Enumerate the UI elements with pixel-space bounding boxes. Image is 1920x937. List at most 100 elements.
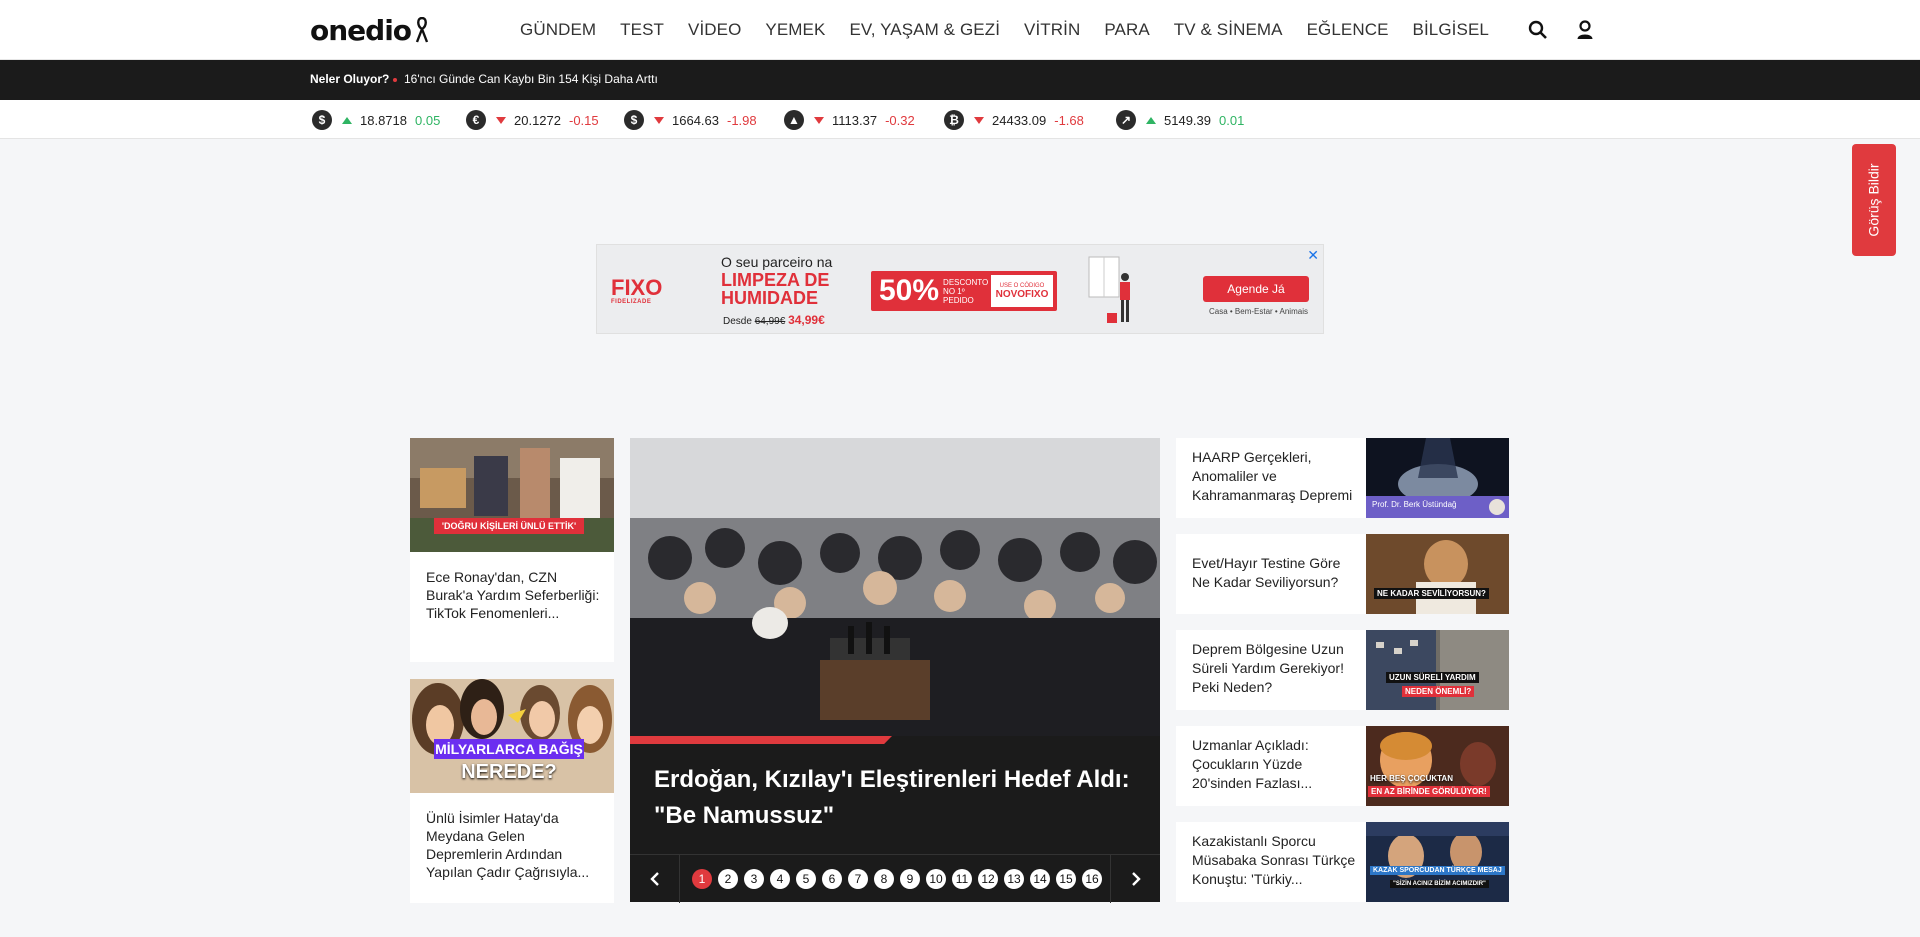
main-nav: GÜNDEM TEST VİDEO YEMEK EV, YAŞAM & GEZİ…: [520, 0, 1513, 60]
euro-icon: €: [466, 110, 486, 130]
nav-tv-sinema[interactable]: TV & SİNEMA: [1174, 20, 1283, 40]
logo-text: onedio: [310, 13, 412, 47]
thumbnail-badge: KAZAK SPORCUDAN TÜRKÇE MESAJ: [1370, 866, 1505, 875]
news-thumbnail[interactable]: UZUN SÜRELİ YARDIM NEDEN ÖNEMLİ?: [1366, 630, 1509, 710]
news-thumbnail[interactable]: NE KADAR SEVİLİYORSUN?: [1366, 534, 1509, 614]
page-dot[interactable]: 3: [744, 868, 764, 889]
market-gold[interactable]: $ 1664.63 -1.98: [624, 109, 757, 131]
ad-banner[interactable]: ✕ FIXO FIDELIZADE O seu parceiro na LIMP…: [596, 244, 1324, 334]
market-commodity[interactable]: ▲ 1113.37 -0.32: [784, 109, 915, 131]
page-dot[interactable]: 4: [770, 868, 790, 889]
nav-video[interactable]: VİDEO: [688, 20, 741, 40]
news-thumbnail[interactable]: HER BEŞ ÇOCUKTAN EN AZ BİRİNDE GÖRÜLÜYOR…: [1366, 726, 1509, 806]
news-card[interactable]: Kazakistanlı Sporcu Müsabaka Sonrası Tür…: [1176, 822, 1509, 902]
page-dot[interactable]: 16: [1082, 868, 1102, 889]
feedback-tab[interactable]: Görüş Bildir: [1852, 144, 1896, 256]
news-caption[interactable]: Deprem Bölgesine Uzun Süreli Yardım Gere…: [1192, 640, 1362, 697]
page-dot[interactable]: 14: [1030, 868, 1050, 889]
thumbnail-badge: "SİZİN ACINIZ BİZİM ACIMIZDIR": [1390, 880, 1489, 888]
thumbnail-badge: MİLYARLARCA BAĞIŞ: [434, 739, 584, 759]
page-dot[interactable]: 8: [874, 868, 894, 889]
news-caption[interactable]: Evet/Hayır Testine Göre Ne Kadar Seviliy…: [1192, 554, 1362, 592]
page-dot[interactable]: 6: [822, 868, 842, 889]
news-card[interactable]: Deprem Bölgesine Uzun Süreli Yardım Gere…: [1176, 630, 1509, 710]
market-bar: $ 18.8718 0.05 € 20.1272 -0.15 $ 1664.63…: [0, 100, 1920, 139]
user-icon[interactable]: [1573, 18, 1597, 42]
site-header: onedio GÜNDEM TEST VİDEO YEMEK EV, YAŞAM…: [0, 0, 1920, 60]
hero-image[interactable]: [630, 438, 1160, 736]
news-thumbnail[interactable]: KAZAK SPORCUDAN TÜRKÇE MESAJ "SİZİN ACIN…: [1366, 822, 1509, 902]
ad-headline: LIMPEZA DE HUMIDADE: [721, 271, 829, 307]
down-arrow-icon: [654, 116, 664, 124]
search-icon[interactable]: [1526, 18, 1550, 42]
site-logo[interactable]: onedio: [310, 12, 429, 48]
hero-title[interactable]: Erdoğan, Kızılay'ı Eleştirenleri Hedef A…: [654, 762, 1144, 834]
page-dot[interactable]: 9: [900, 868, 920, 889]
ad-line3: HUMIDADE: [721, 288, 818, 308]
ticker-headline[interactable]: 16'ncı Günde Can Kaybı Bin 154 Kişi Daha…: [404, 72, 658, 86]
news-thumbnail[interactable]: Prof. Dr. Berk Üstündağ: [1366, 438, 1509, 518]
news-card[interactable]: Uzmanlar Açıkladı: Çocukların Yüzde 20's…: [1176, 726, 1509, 806]
nav-test[interactable]: TEST: [620, 20, 664, 40]
market-value: 1664.63: [672, 112, 719, 128]
ad-promo-code-value: NOVOFIXO: [995, 288, 1049, 300]
ad-cta-button[interactable]: Agende Já: [1203, 276, 1309, 302]
market-eur[interactable]: € 20.1272 -0.15: [466, 109, 599, 131]
news-card[interactable]: 'DOĞRU KİŞİLERİ ÜNLÜ ETTİK' Ece Ronay'da…: [410, 438, 614, 662]
dollar-icon: $: [312, 110, 332, 130]
market-usd[interactable]: $ 18.8718 0.05: [312, 109, 440, 131]
page-dot[interactable]: 10: [926, 868, 946, 889]
ad-line1: O seu parceiro na: [721, 254, 833, 270]
trend-icon: ↗: [1116, 110, 1136, 130]
page-dot[interactable]: 1: [692, 868, 712, 889]
news-ticker: Neler Oluyor? 16'ncı Günde Can Kaybı Bin…: [0, 60, 1920, 100]
market-value: 1113.37: [832, 112, 878, 128]
hero-pager: 1 2 3 4 5 6 7 8 9 10 11 12 13 14 15 16: [630, 854, 1160, 903]
news-caption[interactable]: Ünlü İsimler Hatay'da Meydana Gelen Depr…: [426, 809, 602, 881]
news-card[interactable]: Evet/Hayır Testine Göre Ne Kadar Seviliy…: [1176, 534, 1509, 614]
ad-promo: 50% DESCONTO NO 1º PEDIDO USE O CÓDIGO N…: [871, 271, 1057, 311]
ad-cta-sub: Casa • Bem-Estar • Animais: [1209, 307, 1308, 316]
market-change: -1.98: [727, 112, 757, 128]
nav-eglence[interactable]: EĞLENCE: [1307, 20, 1389, 40]
news-caption[interactable]: HAARP Gerçekleri, Anomaliler ve Kahraman…: [1192, 448, 1362, 505]
thumbnail-badge: Prof. Dr. Berk Üstündağ: [1372, 500, 1457, 509]
page-dot[interactable]: 5: [796, 868, 816, 889]
up-arrow-icon: [1146, 116, 1156, 124]
news-caption[interactable]: Uzmanlar Açıkladı: Çocukların Yüzde 20's…: [1192, 736, 1362, 793]
page-dot[interactable]: 12: [978, 868, 998, 889]
market-bitcoin[interactable]: ₿ 24433.09 -1.68: [944, 109, 1084, 131]
page-dot[interactable]: 11: [952, 868, 972, 889]
nav-para[interactable]: PARA: [1104, 20, 1149, 40]
ad-line2: LIMPEZA DE: [721, 270, 830, 290]
page-dot[interactable]: 13: [1004, 868, 1024, 889]
chevron-right-icon[interactable]: [1110, 854, 1160, 903]
news-card[interactable]: HAARP Gerçekleri, Anomaliler ve Kahraman…: [1176, 438, 1509, 518]
page-dot[interactable]: 15: [1056, 868, 1076, 889]
thumbnail-badge: UZUN SÜRELİ YARDIM: [1386, 672, 1479, 683]
nav-vitrin[interactable]: VİTRİN: [1024, 20, 1080, 40]
market-change: -0.15: [569, 112, 599, 128]
page-dot[interactable]: 2: [718, 868, 738, 889]
page-dot[interactable]: 7: [848, 868, 868, 889]
nav-ev-yasam-gezi[interactable]: EV, YAŞAM & GEZİ: [849, 20, 1000, 40]
market-change: 0.05: [415, 112, 441, 128]
news-caption[interactable]: Kazakistanlı Sporcu Müsabaka Sonrası Tür…: [1192, 832, 1362, 889]
news-thumbnail[interactable]: 'DOĞRU KİŞİLERİ ÜNLÜ ETTİK': [410, 438, 614, 552]
close-icon[interactable]: ✕: [1307, 247, 1319, 264]
up-arrow-icon: [342, 116, 352, 124]
hero-slider[interactable]: Erdoğan, Kızılay'ı Eleştirenleri Hedef A…: [630, 438, 1160, 903]
market-change: 0.01: [1219, 112, 1245, 128]
ad-promo-desc: DESCONTO NO 1º PEDIDO: [943, 277, 989, 305]
market-value: 24433.09: [992, 112, 1047, 128]
nav-yemek[interactable]: YEMEK: [765, 20, 825, 40]
thumbnail-badge: NEDEN ÖNEMLİ?: [1402, 686, 1475, 697]
news-card[interactable]: MİLYARLARCA BAĞIŞ NEREDE? Ünlü İsimler H…: [410, 679, 614, 903]
market-index[interactable]: ↗ 5149.39 0.01: [1116, 109, 1244, 131]
chevron-left-icon[interactable]: [630, 854, 680, 903]
news-caption[interactable]: Ece Ronay'dan, CZN Burak'a Yardım Seferb…: [426, 568, 602, 622]
nav-bilgisel[interactable]: BİLGİSEL: [1413, 20, 1489, 40]
news-thumbnail[interactable]: MİLYARLARCA BAĞIŞ NEREDE?: [410, 679, 614, 793]
down-arrow-icon: [496, 116, 506, 124]
nav-gundem[interactable]: GÜNDEM: [520, 20, 596, 40]
